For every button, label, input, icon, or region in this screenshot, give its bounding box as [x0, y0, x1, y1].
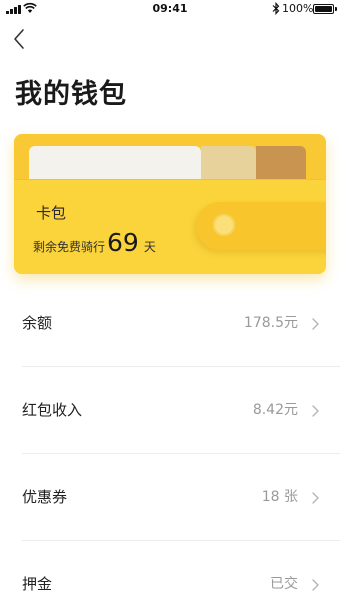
list-item-label: 押金	[22, 575, 53, 593]
list-item-deposit[interactable]: 押金 已交	[0, 541, 340, 605]
battery-tip	[335, 7, 337, 11]
chevron-right-icon	[312, 318, 319, 330]
chevron-right-icon	[312, 579, 319, 591]
list-item-red-packet[interactable]: 红包收入 8.42元	[0, 367, 340, 454]
clasp-button-icon	[213, 214, 235, 236]
free-ride-unit: 天	[143, 240, 156, 254]
list-item-coupons[interactable]: 优惠券 18 张	[0, 454, 340, 541]
list-item-value: 18 张	[261, 489, 298, 505]
list-item-label: 红包收入	[22, 401, 83, 419]
list-item-balance[interactable]: 余额 178.5元	[0, 280, 340, 367]
list-item-label: 余额	[22, 314, 53, 332]
free-ride-days: 69	[107, 228, 139, 257]
wallet-clasp	[196, 202, 326, 250]
card-title: 卡包	[36, 204, 67, 222]
page-title: 我的钱包	[15, 79, 127, 110]
status-bar: 09:41 100%	[0, 0, 340, 18]
battery-percent: 100%	[282, 2, 314, 15]
list-item-value: 178.5元	[243, 315, 298, 331]
list-item-value: 8.42元	[252, 402, 298, 418]
card-face: 卡包 剩余免费骑行 69 天	[14, 179, 326, 274]
free-ride-label: 剩余免费骑行	[33, 240, 106, 254]
chevron-right-icon	[312, 405, 319, 417]
list-item-label: 优惠券	[22, 488, 68, 506]
list-item-value: 已交	[270, 576, 298, 592]
battery-icon	[313, 4, 334, 14]
card-wallet[interactable]: 卡包 剩余免费骑行 69 天	[14, 134, 326, 274]
back-chevron-icon[interactable]	[10, 27, 30, 51]
free-ride-info: 剩余免费骑行 69 天	[33, 228, 156, 257]
bluetooth-icon	[272, 2, 280, 15]
chevron-right-icon	[312, 492, 319, 504]
